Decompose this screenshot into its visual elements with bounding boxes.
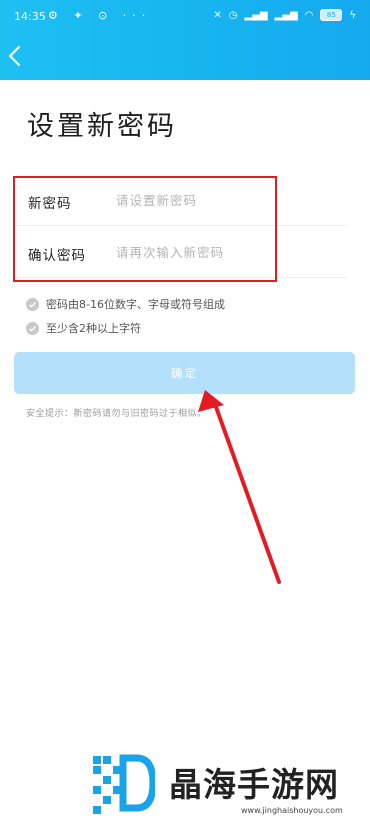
status-bar: 14:35 ⚙ ✦ ⊙ ··· ✕ ◷ ▂▄▆ ▂▄▆ ◠ 85 ϟ <box>0 0 370 32</box>
page-title: 设置新密码 <box>27 111 177 142</box>
check-icon <box>26 297 39 311</box>
mute-icon: ✕ <box>213 9 222 21</box>
watermark-text: 晶海手游网 <box>169 765 339 804</box>
security-tip: 安全提示：新密码请勿与旧密码过于相似。 <box>26 409 207 419</box>
wifi-icon: ◠ <box>304 9 314 21</box>
highlight-box <box>13 176 277 282</box>
notification-icons: ⚙ ✦ ⊙ ··· <box>48 9 152 22</box>
signal-icon: ▂▄▆ <box>244 9 268 21</box>
alarm-icon: ◷ <box>228 9 238 21</box>
rule-text: 至少含2种以上字符 <box>46 322 141 335</box>
signal-2-icon: ▂▄▆ <box>274 9 298 21</box>
app-header: 14:35 ⚙ ✦ ⊙ ··· ✕ ◷ ▂▄▆ ▂▄▆ ◠ 85 ϟ <box>0 0 370 80</box>
back-button[interactable] <box>6 44 26 68</box>
rule-text: 密码由8-16位数字、字母或符号组成 <box>46 298 225 311</box>
password-rule: 密码由8-16位数字、字母或符号组成 <box>26 296 225 312</box>
status-time: 14:35 <box>14 10 46 23</box>
system-icons: ✕ ◷ ▂▄▆ ▂▄▆ ◠ 85 ϟ <box>213 9 356 21</box>
check-icon <box>26 321 39 335</box>
battery-icon: 85 <box>320 9 343 21</box>
confirm-button[interactable]: 确定 <box>14 352 355 394</box>
password-rule: 至少含2种以上字符 <box>26 320 141 336</box>
watermark: 晶海手游网 www.jinghaishouyou.com <box>93 752 363 818</box>
chevron-left-icon <box>8 45 21 67</box>
watermark-url: www.jinghaishouyou.com <box>241 806 343 815</box>
charging-icon: ϟ <box>349 9 356 21</box>
watermark-logo <box>93 754 155 814</box>
